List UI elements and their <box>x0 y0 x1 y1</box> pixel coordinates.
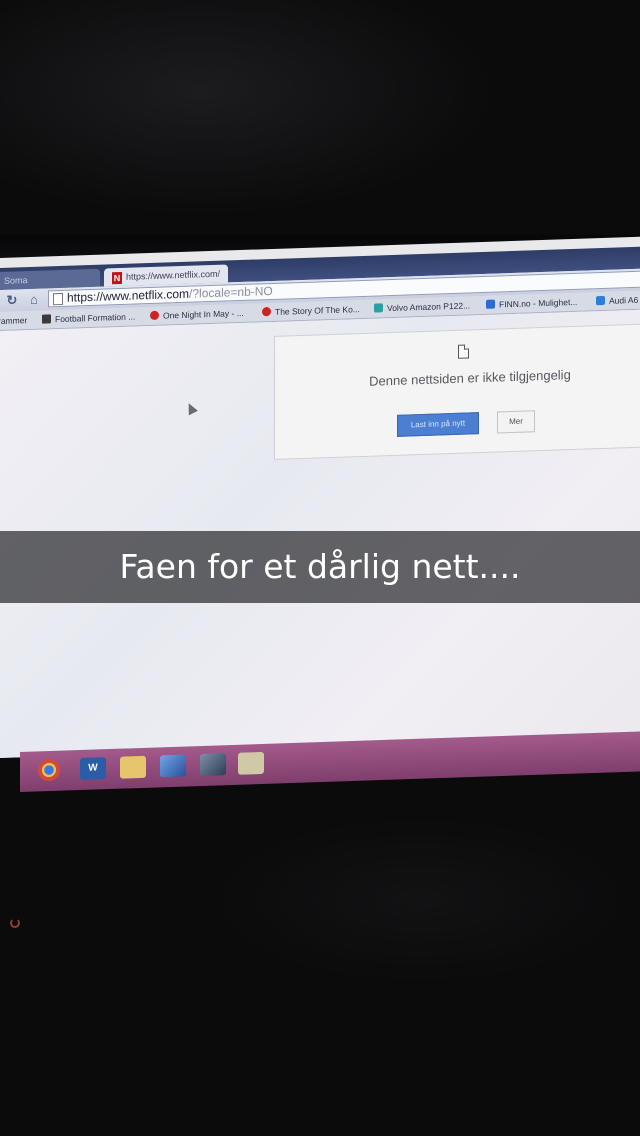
bookmark-label: rammer <box>0 315 28 327</box>
netflix-icon: N <box>112 271 122 284</box>
page-icon <box>53 292 63 306</box>
bookmark-label: Audi A6 <box>609 294 639 306</box>
monitor-screen: Soma Nhttps://www.netflix.com/ ↻ ⌂ https… <box>0 236 640 759</box>
broken-page-icon <box>458 344 469 359</box>
word-icon[interactable]: W <box>80 757 106 781</box>
page-icon <box>42 314 51 324</box>
error-card: Denne nettsiden er ikke tilgjengelig Las… <box>274 322 640 460</box>
home-icon[interactable]: ⌂ <box>26 292 42 309</box>
url-path: /?locale=nb-NO <box>189 283 273 301</box>
url-host: https://www.netflix.com <box>67 286 190 305</box>
bookmark-item[interactable]: FINN.no - Mulighet... <box>486 295 577 312</box>
more-button[interactable]: Mer <box>497 410 535 434</box>
caption-text: Faen for et dårlig nett.... <box>119 547 521 586</box>
bookmark-item[interactable]: Volvo Amazon P122... <box>374 298 470 315</box>
bookmark-label: One Night In May - ... <box>163 307 244 321</box>
youtube-icon <box>262 307 271 317</box>
chrome-icon[interactable] <box>38 758 60 782</box>
finn-icon <box>486 299 495 309</box>
app-icon[interactable] <box>160 754 186 778</box>
bookmark-item[interactable]: rammer <box>0 313 27 328</box>
power-icon <box>10 918 20 928</box>
error-message: Denne nettsiden er ikke tilgjengelig <box>369 367 571 389</box>
audi-icon <box>596 295 605 306</box>
app-icon[interactable] <box>200 753 226 777</box>
bookmark-label: The Story Of The Ko... <box>275 304 360 317</box>
bookmark-label: Football Formation ... <box>55 311 136 325</box>
bookmark-label: Volvo Amazon P122... <box>387 300 471 314</box>
bookmark-label: FINN.no - Mulighet... <box>499 296 578 310</box>
youtube-icon <box>150 310 159 321</box>
app-icon[interactable] <box>238 751 264 775</box>
volvo-icon <box>374 303 383 313</box>
snap-caption-bar: Faen for et dårlig nett.... <box>0 531 640 603</box>
explorer-icon[interactable] <box>120 755 146 779</box>
tab-label: Soma <box>4 275 28 286</box>
mouse-cursor-icon <box>184 400 198 416</box>
reload-button[interactable]: Last inn på nytt <box>397 412 479 437</box>
tab-label: https://www.netflix.com/ <box>126 268 221 282</box>
reload-icon[interactable]: ↻ <box>4 292 20 309</box>
bookmark-item[interactable]: Audi A6 <box>596 293 638 308</box>
bookmark-item[interactable]: The Story Of The Ko... <box>262 302 360 319</box>
bookmark-item[interactable]: Football Formation ... <box>42 310 135 327</box>
bookmark-item[interactable]: One Night In May - ... <box>150 306 244 323</box>
